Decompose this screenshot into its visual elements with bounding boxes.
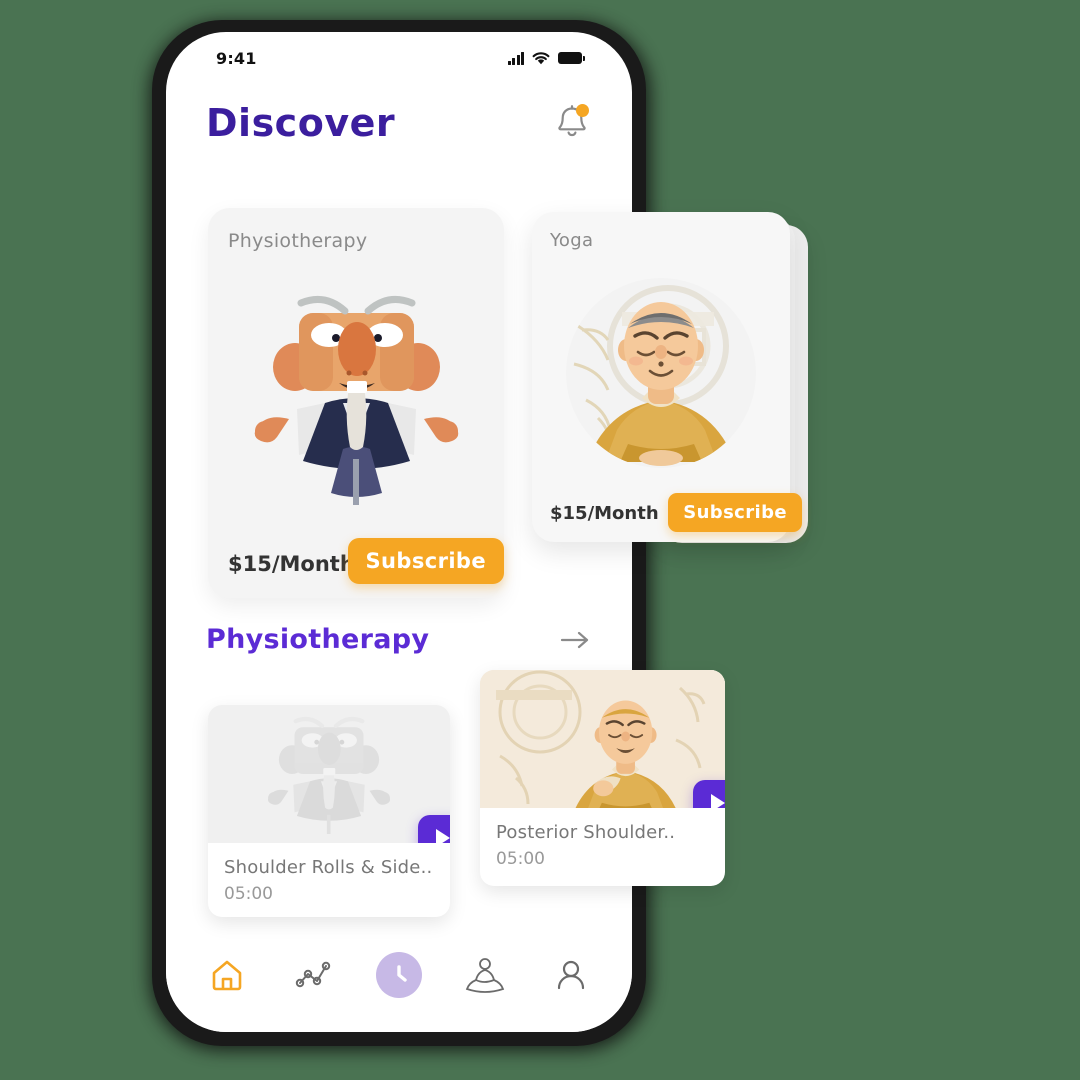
notification-button[interactable] bbox=[552, 102, 592, 144]
section-see-all-button[interactable] bbox=[558, 629, 592, 651]
app-bar: Discover bbox=[166, 88, 632, 158]
card-price: $15/Month bbox=[550, 503, 659, 524]
video-card[interactable]: Posterior Shoulder.. 05:00 bbox=[480, 670, 725, 886]
nav-item-home[interactable] bbox=[199, 947, 255, 1003]
card-price: $15/Month bbox=[228, 552, 355, 576]
video-meta: Shoulder Rolls & Side.. 05:00 bbox=[208, 843, 450, 904]
video-title: Shoulder Rolls & Side.. bbox=[224, 857, 433, 878]
home-icon bbox=[212, 960, 242, 991]
video-meta: Posterior Shoulder.. 05:00 bbox=[480, 808, 725, 869]
nav-item-meditation[interactable] bbox=[457, 947, 513, 1003]
meditating-monk-illustration bbox=[532, 260, 790, 486]
section-header: Physiotherapy bbox=[206, 624, 592, 655]
nav-item-profile[interactable] bbox=[543, 947, 599, 1003]
screenshot-root: 9:41 Discover Physiotherapy $15/Month Su… bbox=[0, 0, 1080, 1080]
video-duration: 05:00 bbox=[224, 884, 273, 904]
meditation-icon bbox=[465, 958, 505, 993]
signal-bars-icon bbox=[507, 51, 524, 65]
video-title: Posterior Shoulder.. bbox=[496, 822, 676, 843]
meditating-master-illustration bbox=[208, 268, 504, 528]
line-chart-icon bbox=[295, 961, 331, 988]
video-duration: 05:00 bbox=[496, 849, 545, 869]
page-title: Discover bbox=[206, 101, 396, 145]
video-thumbnail bbox=[208, 705, 450, 843]
subscribe-button[interactable]: Subscribe bbox=[668, 493, 802, 532]
clock-icon bbox=[397, 965, 407, 982]
nav-item-history[interactable] bbox=[371, 947, 427, 1003]
bottom-navigation bbox=[166, 940, 632, 1032]
nav-item-stats[interactable] bbox=[285, 947, 341, 1003]
status-icons bbox=[507, 51, 585, 66]
play-icon bbox=[711, 794, 725, 808]
play-button[interactable] bbox=[693, 780, 725, 808]
card-label: Physiotherapy bbox=[228, 230, 368, 252]
notification-badge bbox=[576, 104, 589, 117]
battery-full-icon bbox=[558, 52, 585, 64]
card-label: Yoga bbox=[550, 230, 594, 251]
subscription-card-physiotherapy[interactable]: Physiotherapy $15/Month Subscribe bbox=[208, 208, 504, 598]
video-card[interactable]: Shoulder Rolls & Side.. 05:00 bbox=[208, 705, 450, 917]
subscription-card-yoga[interactable]: Yoga $15/Month Subscribe bbox=[532, 212, 802, 542]
status-bar: 9:41 bbox=[166, 32, 632, 78]
status-time: 9:41 bbox=[216, 48, 257, 68]
play-button[interactable] bbox=[418, 815, 450, 843]
wifi-icon bbox=[532, 51, 550, 64]
user-icon bbox=[557, 960, 585, 990]
play-icon bbox=[436, 829, 450, 843]
video-thumbnail bbox=[480, 670, 725, 808]
arrow-right-icon bbox=[560, 631, 589, 648]
subscribe-button[interactable]: Subscribe bbox=[347, 538, 504, 584]
section-title: Physiotherapy bbox=[206, 624, 430, 655]
